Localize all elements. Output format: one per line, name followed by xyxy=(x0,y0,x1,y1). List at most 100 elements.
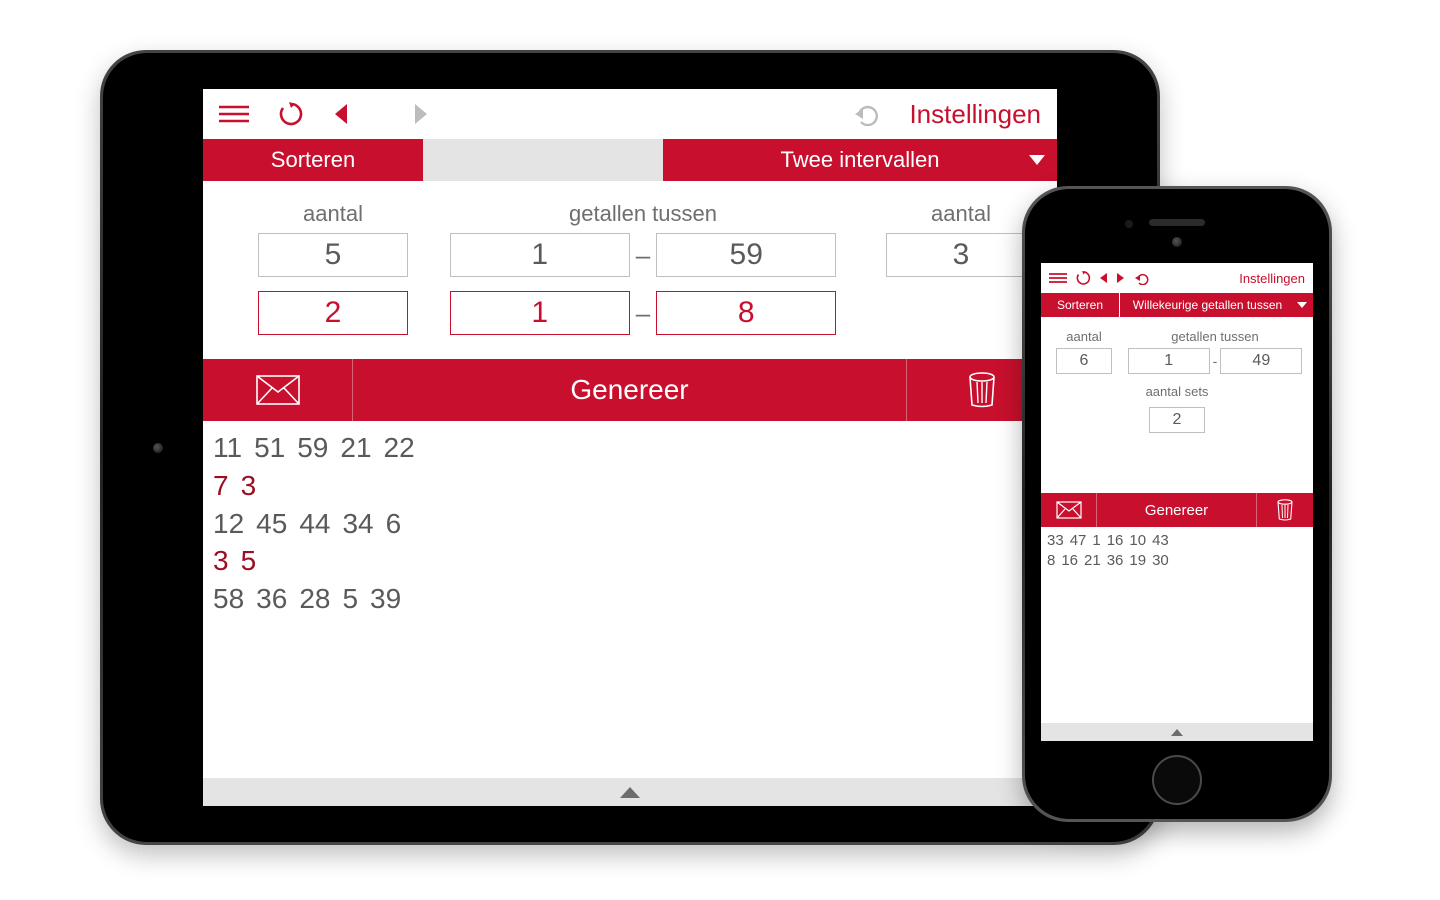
iphone-topbar: Instellingen xyxy=(1041,263,1313,293)
input-count-2[interactable]: 3 xyxy=(886,233,1036,277)
label-sets: aantal sets xyxy=(1146,384,1209,399)
result-number: 34 xyxy=(342,508,373,539)
tab-sort[interactable]: Sorteren xyxy=(203,139,423,181)
result-line: 73 xyxy=(213,467,1047,505)
result-number: 36 xyxy=(256,583,287,614)
result-number: 58 xyxy=(213,583,244,614)
ipad-topbar: Instellingen xyxy=(203,89,1057,139)
ipad-bezel: Instellingen Sorteren Twee intervallen a… xyxy=(103,53,1157,842)
input-from[interactable]: 1 xyxy=(1128,348,1210,374)
chevron-down-icon xyxy=(1297,302,1307,308)
input-to-1b[interactable]: 8 xyxy=(656,291,836,335)
chevron-down-icon xyxy=(1029,155,1045,165)
result-number: 21 xyxy=(1084,552,1101,569)
undo-icon[interactable] xyxy=(1133,272,1149,285)
mail-button[interactable] xyxy=(1041,493,1097,527)
iphone-tabbar: Sorteren Willekeurige getallen tussen xyxy=(1041,293,1313,317)
result-number: 33 xyxy=(1047,532,1064,549)
result-number: 1 xyxy=(1092,532,1100,549)
result-number: 45 xyxy=(256,508,287,539)
mail-button[interactable] xyxy=(203,359,353,421)
param-row-1: aantal 5 getallen tussen 1 – 59 aantal 3 xyxy=(213,201,1047,277)
ipad-tabbar: Sorteren Twee intervallen xyxy=(203,139,1057,181)
tab-mode-label: Twee intervallen xyxy=(781,147,940,173)
back-icon[interactable] xyxy=(333,103,349,125)
input-count-1b[interactable]: 2 xyxy=(258,291,408,335)
tab-mode-dropdown[interactable]: Twee intervallen xyxy=(663,139,1057,181)
ipad-actionbar: Genereer xyxy=(203,359,1057,421)
ipad-screen: Instellingen Sorteren Twee intervallen a… xyxy=(203,89,1057,806)
iphone-device: Instellingen Sorteren Willekeurige getal… xyxy=(1022,186,1332,822)
expand-handle[interactable] xyxy=(203,778,1057,806)
expand-handle[interactable] xyxy=(1041,723,1313,741)
sets-block: aantal sets 2 xyxy=(1047,384,1307,433)
result-number: 3 xyxy=(241,470,257,501)
back-icon[interactable] xyxy=(1099,272,1108,284)
tab-blank[interactable] xyxy=(423,139,663,181)
dash-separator: - xyxy=(1210,348,1221,374)
input-sets[interactable]: 2 xyxy=(1149,407,1205,433)
result-number: 8 xyxy=(1047,552,1055,569)
result-number: 19 xyxy=(1129,552,1146,569)
forward-icon[interactable] xyxy=(1116,272,1125,284)
iphone-home-button[interactable] xyxy=(1152,755,1202,805)
generate-button[interactable]: Genereer xyxy=(1097,493,1257,527)
label-count: aantal xyxy=(303,201,363,227)
iphone-screen: Instellingen Sorteren Willekeurige getal… xyxy=(1041,263,1313,741)
iphone-bezel: Instellingen Sorteren Willekeurige getal… xyxy=(1025,189,1329,819)
chevron-up-icon xyxy=(620,787,640,798)
input-from-1[interactable]: 1 xyxy=(450,233,630,277)
iphone-params: aantal 6 getallen tussen 1 - 49 aantal s… xyxy=(1041,317,1313,449)
trash-button[interactable] xyxy=(1257,493,1313,527)
result-number: 10 xyxy=(1129,532,1146,549)
result-number: 36 xyxy=(1107,552,1124,569)
menu-icon[interactable] xyxy=(1049,272,1067,284)
result-line: 1151592122 xyxy=(213,429,1047,467)
result-number: 44 xyxy=(299,508,330,539)
forward-icon[interactable] xyxy=(413,103,429,125)
result-number: 5 xyxy=(241,545,257,576)
iphone-actionbar: Genereer xyxy=(1041,493,1313,527)
result-number: 21 xyxy=(340,432,371,463)
ipad-camera xyxy=(153,443,163,453)
ipad-params: aantal 5 getallen tussen 1 – 59 aantal 3 xyxy=(203,181,1057,359)
result-number: 47 xyxy=(1070,532,1087,549)
generate-button[interactable]: Genereer xyxy=(353,359,907,421)
result-number: 16 xyxy=(1061,552,1078,569)
spacer xyxy=(1041,449,1313,493)
tab-sort[interactable]: Sorteren xyxy=(1041,293,1119,317)
settings-link[interactable]: Instellingen xyxy=(1239,271,1305,286)
result-number: 43 xyxy=(1152,532,1169,549)
iphone-results: 3347116104381621361930 xyxy=(1041,527,1313,576)
dash-separator: – xyxy=(630,233,656,277)
iphone-sensor xyxy=(1125,220,1133,228)
input-from-1b[interactable]: 1 xyxy=(450,291,630,335)
settings-link[interactable]: Instellingen xyxy=(909,99,1041,130)
result-line: 583628539 xyxy=(213,580,1047,618)
menu-icon[interactable] xyxy=(219,104,249,124)
result-number: 39 xyxy=(370,583,401,614)
input-to[interactable]: 49 xyxy=(1220,348,1302,374)
input-to-1[interactable]: 59 xyxy=(656,233,836,277)
input-count[interactable]: 6 xyxy=(1056,348,1112,374)
result-line: 35 xyxy=(213,542,1047,580)
reload-icon[interactable] xyxy=(1075,270,1091,286)
param-row-2: 2 1 – 8 xyxy=(213,291,1047,335)
reload-icon[interactable] xyxy=(277,100,305,128)
input-count-1[interactable]: 5 xyxy=(258,233,408,277)
ipad-device: Instellingen Sorteren Twee intervallen a… xyxy=(100,50,1160,845)
ipad-results: 11515921227312454434635583628539 xyxy=(203,421,1057,626)
result-line: 12 45 44 34 6 xyxy=(213,505,1047,543)
result-number: 59 xyxy=(297,432,328,463)
result-number: 6 xyxy=(386,508,402,539)
result-number: 12 xyxy=(213,508,244,539)
label-count: aantal xyxy=(1066,329,1101,344)
tab-mode-dropdown[interactable]: Willekeurige getallen tussen xyxy=(1120,293,1313,317)
undo-icon[interactable] xyxy=(851,102,881,126)
param-row: aantal 6 getallen tussen 1 - 49 xyxy=(1047,329,1307,374)
result-number: 30 xyxy=(1152,552,1169,569)
iphone-camera xyxy=(1172,237,1182,247)
tab-mode-label: Willekeurige getallen tussen xyxy=(1133,298,1282,312)
label-count-2: aantal xyxy=(931,201,991,227)
result-number: 5 xyxy=(342,583,358,614)
